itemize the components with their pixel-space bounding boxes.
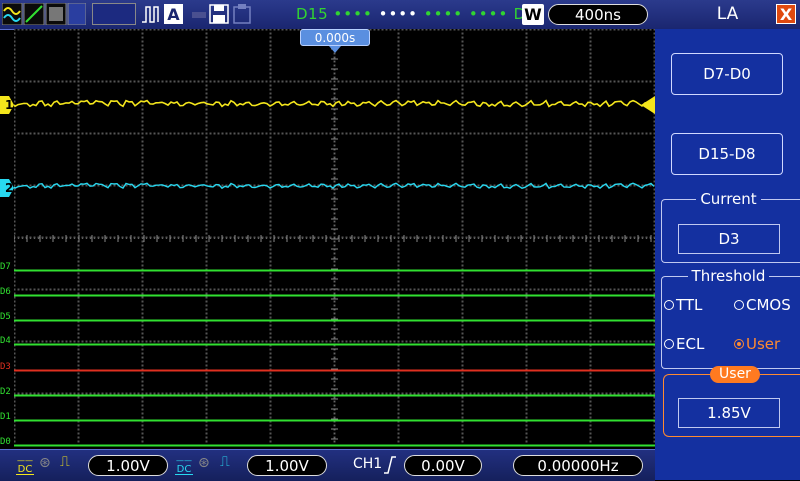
threshold-cmos-label: CMOS: [746, 296, 791, 314]
blank-indicator: [92, 3, 136, 25]
waveform-screen: [14, 29, 655, 447]
d15-d8-button[interactable]: D15-D8: [671, 133, 783, 175]
top-toolbar: A D15 •••• •••• •••• •••• D0 W 400ns: [0, 0, 655, 30]
ch1-coupling-text: DC: [17, 464, 33, 475]
ch1-invert-icon: ⎍: [60, 454, 70, 470]
digital-label-d2[interactable]: D2: [0, 387, 11, 397]
status-bar: —— DC ⊛ ⎍ 1.00V —— DC ⊛ ⎍ 1.00V CH1 0.00V …: [0, 449, 655, 481]
ch2-scale[interactable]: 1.00V: [247, 455, 327, 476]
la-menu-panel: LA X D7-D0 D15-D8 Current D3 Threshold T…: [655, 0, 800, 480]
digital-range-dots: •••• •••• •••• ••••: [333, 5, 509, 23]
threshold-cmos-radio[interactable]: CMOS: [734, 296, 791, 314]
radio-selected-icon: [734, 338, 744, 349]
ch2-coupling-text: DC: [176, 464, 192, 475]
trigger-level-arrow-icon[interactable]: [641, 96, 655, 114]
current-label: Current: [696, 190, 761, 208]
ch1-bw-limit-icon: ⊛: [39, 455, 51, 471]
graticule: [14, 29, 655, 447]
trigger-level[interactable]: 0.00V: [404, 455, 482, 476]
ch1-marker-label: 1: [5, 98, 13, 112]
threshold-user-label: User: [746, 335, 781, 353]
threshold-ecl-radio[interactable]: ECL: [664, 335, 704, 353]
ch1-marker[interactable]: 1: [0, 96, 14, 114]
user-threshold-group[interactable]: User 1.85V: [663, 366, 800, 437]
digital-label-d5[interactable]: D5: [0, 312, 11, 322]
radio-icon: [664, 338, 674, 349]
timebase-mode-badge[interactable]: W: [522, 4, 544, 25]
radio-icon: [734, 299, 744, 310]
ch1-scale[interactable]: 1.00V: [88, 455, 168, 476]
threshold-group: Threshold TTL CMOS ECL User: [661, 267, 800, 369]
digital-label-d0[interactable]: D0: [0, 437, 11, 447]
ch2-marker-label: 2: [5, 181, 13, 195]
user-threshold-value[interactable]: 1.85V: [678, 398, 780, 428]
digital-range-high: D15: [296, 5, 329, 23]
rising-edge-icon: [384, 456, 396, 474]
threshold-ttl-radio[interactable]: TTL: [664, 296, 702, 314]
svg-text:A: A: [167, 5, 180, 24]
frequency-counter: 0.00000Hz: [513, 455, 643, 476]
ch2-marker[interactable]: 2: [0, 179, 14, 197]
user-tag: User: [710, 366, 760, 383]
ch2-bw-limit-icon: ⊛: [198, 455, 210, 471]
threshold-user-radio[interactable]: User: [734, 335, 780, 353]
display-mode-icons: [2, 3, 86, 25]
threshold-ecl-label: ECL: [676, 335, 705, 353]
acquire-icons[interactable]: A: [140, 3, 260, 25]
threshold-ttl-label: TTL: [676, 296, 703, 314]
current-group[interactable]: Current D3: [661, 190, 800, 263]
d7-d0-button[interactable]: D7-D0: [671, 53, 783, 95]
trigger-source[interactable]: CH1: [353, 456, 382, 472]
threshold-label: Threshold: [687, 267, 770, 285]
digital-label-d3[interactable]: D3: [0, 362, 11, 372]
digital-label-d6[interactable]: D6: [0, 287, 11, 297]
digital-label-d7[interactable]: D7: [0, 262, 11, 272]
trigger-position-readout[interactable]: 0.000s: [300, 29, 370, 46]
ch1-coupling[interactable]: —— DC: [16, 456, 34, 475]
ch2-invert-icon: ⎍: [220, 454, 230, 470]
radio-icon: [664, 299, 674, 310]
digital-label-d4[interactable]: D4: [0, 336, 11, 346]
ch2-coupling[interactable]: —— DC: [175, 456, 193, 475]
current-channel-field[interactable]: D3: [678, 224, 780, 254]
timebase-display[interactable]: 400ns: [548, 4, 648, 25]
close-icon[interactable]: X: [776, 4, 796, 24]
trigger-position-arrow-icon: [329, 46, 341, 53]
digital-range: D15 •••• •••• •••• •••• D0: [296, 5, 536, 23]
digital-label-d1[interactable]: D1: [0, 412, 11, 422]
